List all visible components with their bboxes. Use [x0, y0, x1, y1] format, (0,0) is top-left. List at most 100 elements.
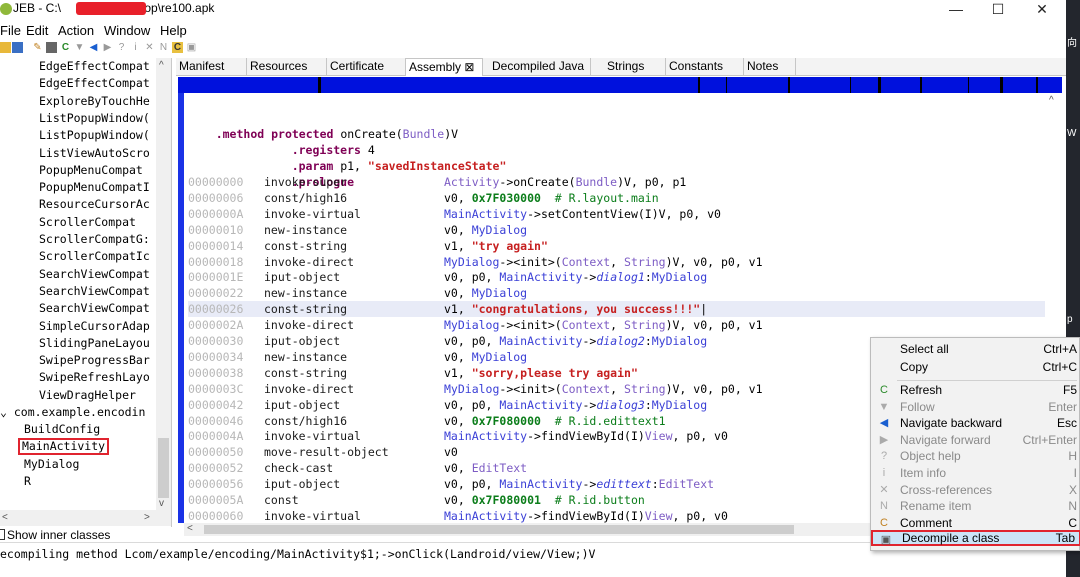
tab-constants[interactable]: Constants — [666, 58, 744, 76]
tree-item[interactable]: SearchViewCompat — [39, 266, 150, 283]
open-icon[interactable] — [0, 42, 11, 53]
tree-item[interactable]: ListViewAutoScro — [39, 145, 150, 162]
context-menu-item-follow[interactable]: ▼ Follow Enter — [871, 399, 1080, 415]
operand-token: "congratulations, you success!!!" — [471, 302, 701, 317]
tab-notes[interactable]: Notes — [744, 58, 796, 76]
operand-token: MainActivity — [499, 270, 583, 285]
tab-certificate[interactable]: Certificate — [327, 58, 406, 76]
code-line-current[interactable]: 00000026 const-string v1, "congratulations… — [188, 301, 1046, 318]
context-menu-item-cross-references[interactable]: ✕ Cross-references X — [871, 482, 1080, 498]
info-icon[interactable]: i — [130, 42, 141, 53]
tree-item[interactable]: ScrollerCompatG: — [39, 231, 150, 248]
tree-item[interactable]: SlidingPaneLayou — [39, 335, 150, 352]
tree-item[interactable]: SwipeProgressBar — [39, 352, 150, 369]
close-button[interactable]: ✕ — [1020, 0, 1064, 20]
tab-manifest[interactable]: Manifest — [176, 58, 247, 76]
tree-item[interactable]: SearchViewCompat — [39, 300, 150, 317]
scrollbar-thumb[interactable] — [204, 525, 794, 534]
show-inner-checkbox[interactable] — [0, 529, 5, 540]
tree-item[interactable]: PopupMenuCompat — [39, 162, 143, 179]
wrench-icon[interactable]: ✎ — [32, 42, 43, 53]
tab-decompiled-java[interactable]: Decompiled Java — [487, 58, 591, 76]
chevron-down-icon[interactable]: ⌄ — [0, 405, 14, 419]
scroll-right-icon[interactable]: > — [144, 512, 150, 523]
tree-item[interactable]: SwipeRefreshLayo — [39, 369, 150, 386]
tree-item[interactable]: PopupMenuCompatI — [39, 179, 150, 196]
filter-icon[interactable]: ▼ — [74, 42, 85, 53]
scrollbar-thumb[interactable] — [158, 438, 169, 498]
scroll-left-icon[interactable]: < — [2, 512, 8, 523]
show-inner-classes-option[interactable]: Show inner classes — [0, 527, 172, 543]
scroll-up-icon[interactable]: ^ — [1049, 95, 1054, 106]
scroll-left-icon[interactable]: < — [187, 523, 193, 534]
context-menu-item-rename-item[interactable]: N Rename item N — [871, 498, 1080, 514]
save-icon[interactable] — [12, 42, 23, 53]
tree-horizontal-scrollbar[interactable]: < > — [0, 510, 171, 526]
operand-token: MyDialog — [651, 270, 708, 285]
context-menu-item-item-info[interactable]: i Item info I — [871, 465, 1080, 481]
context-menu-item-select-all[interactable]: Select all Ctrl+A — [871, 341, 1080, 357]
bytecode-overview-bar[interactable] — [178, 77, 1062, 93]
tree-item[interactable]: ExploreByTouchHe — [39, 93, 150, 110]
back-icon[interactable]: ◀ — [88, 42, 99, 53]
operand-token: ->onCreate( — [499, 175, 576, 189]
tree-item[interactable]: EdgeEffectCompat — [39, 75, 150, 92]
menu-file[interactable]: File — [0, 23, 21, 38]
operand-token: MyDialog — [444, 254, 500, 269]
lock-icon[interactable] — [46, 42, 57, 53]
rename-icon[interactable]: N — [158, 42, 169, 53]
scroll-up-icon[interactable]: ^ — [159, 60, 164, 71]
tree-item[interactable]: ResourceCursorAc — [39, 196, 150, 213]
tab-resources[interactable]: Resources — [247, 58, 327, 76]
tree-item[interactable]: R — [24, 473, 31, 490]
maximize-button[interactable]: ☐ — [976, 0, 1020, 20]
operand-token: String — [624, 318, 666, 333]
comment-icon[interactable]: C — [172, 42, 183, 53]
refresh-icon[interactable]: C — [60, 42, 71, 53]
operand-token: -> — [582, 397, 597, 412]
param-directive[interactable]: .param p1, "savedInstanceState" — [264, 142, 507, 173]
context-menu-item-comment[interactable]: C Comment C — [871, 515, 1080, 531]
tab-strings[interactable]: Strings — [604, 58, 666, 76]
menu-window[interactable]: Window — [104, 23, 150, 38]
tree-item[interactable]: ScrollerCompat — [39, 214, 136, 231]
tree-item[interactable]: SearchViewCompat — [39, 283, 150, 300]
tree-item[interactable]: ScrollerCompatIc — [39, 248, 150, 265]
menu-icon — [878, 361, 890, 373]
method-declaration[interactable]: .method protected onCreate(Bundle)V — [188, 110, 458, 141]
tree-item[interactable]: BuildConfig — [24, 421, 100, 438]
xref-icon[interactable]: ✕ — [144, 42, 155, 53]
forward-icon[interactable]: ▶ — [102, 42, 113, 53]
context-menu-item-decompile-a-class[interactable]: ▣ Decompile a class Tab — [871, 530, 1080, 546]
tree-item[interactable]: MyDialog — [24, 456, 79, 473]
operands: Activity->onCreate(Bundle)V, p0, p1 — [444, 174, 686, 190]
context-menu-item-object-help[interactable]: ? Object help H — [871, 448, 1080, 464]
tree-item-mainactivity-selected[interactable]: MainActivity — [18, 437, 110, 455]
tree-item[interactable]: EdgeEffectCompat — [39, 58, 150, 75]
registers-directive[interactable]: .registers 4 — [264, 126, 375, 157]
context-menu-item-refresh[interactable]: C Refresh F5 — [871, 382, 1080, 398]
operand-token: -><init>( — [499, 381, 562, 396]
menu-help[interactable]: Help — [160, 23, 187, 38]
prologue-directive[interactable]: .prologue — [264, 158, 354, 189]
context-menu-item-navigate-forward[interactable]: ▶ Navigate forward Ctrl+Enter — [871, 432, 1080, 448]
tree-vertical-scrollbar[interactable]: ^ v — [156, 58, 171, 510]
context-menu-item-navigate-backward[interactable]: ◀ Navigate backward Esc — [871, 415, 1080, 431]
minimize-button[interactable]: — — [934, 0, 978, 20]
navigate-forward-icon: ▶ — [879, 434, 889, 446]
menu-edit[interactable]: Edit — [26, 23, 48, 38]
operand-token: v0, p0, — [444, 270, 500, 285]
tree-item[interactable]: SimpleCursorAdap — [39, 318, 150, 335]
help-icon[interactable]: ? — [116, 42, 127, 53]
operand-token: MainActivity — [444, 429, 528, 444]
tree-item[interactable]: ListPopupWindow( — [39, 110, 150, 127]
tree-item[interactable]: ViewDragHelper — [39, 387, 136, 404]
menu-action[interactable]: Action — [58, 23, 94, 38]
tree-item[interactable]: ListPopupWindow( — [39, 127, 150, 144]
tree-package-node[interactable]: ⌄ com.example.encodin — [0, 404, 145, 421]
scroll-down-icon[interactable]: v — [159, 498, 164, 509]
tab-assembly[interactable]: Assembly ⊠ — [405, 58, 483, 76]
context-menu-item-copy[interactable]: Copy Ctrl+C — [871, 359, 1080, 375]
opcode: invoke-direct — [264, 254, 355, 269]
decompile-icon[interactable]: ▣ — [186, 42, 197, 53]
